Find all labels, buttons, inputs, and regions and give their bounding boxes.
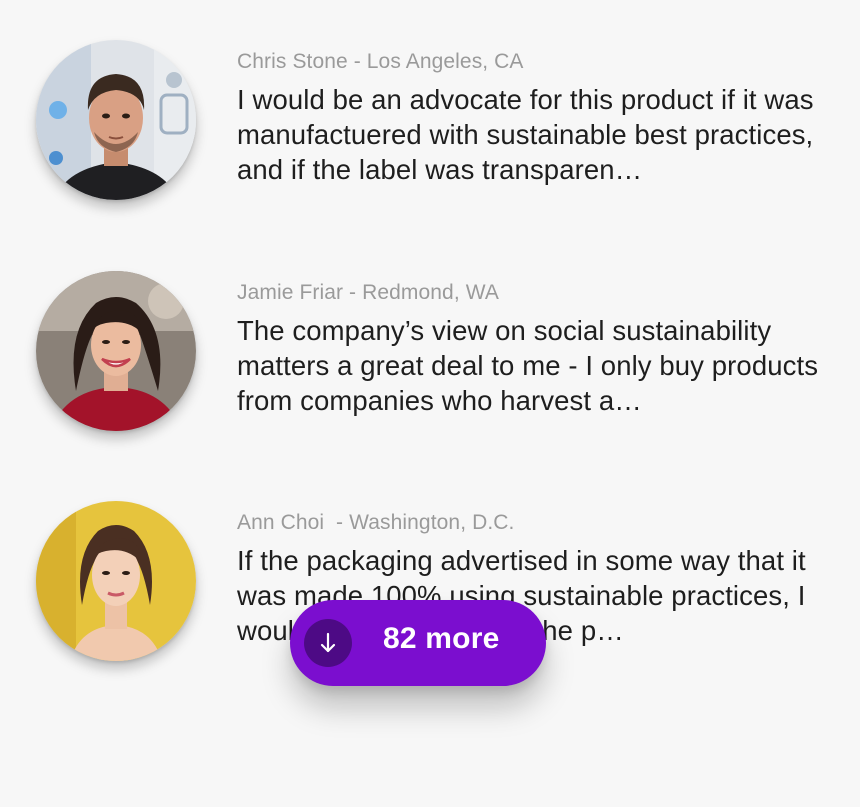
arrow-down-icon bbox=[304, 619, 352, 667]
review-author: Chris Stone - Los Angeles, CA bbox=[237, 50, 524, 73]
woman-portrait-icon bbox=[36, 501, 196, 661]
review-item: Chris Stone - Los Angeles, CA I would be… bbox=[0, 40, 860, 240]
show-more-label: 82 more bbox=[383, 622, 500, 655]
review-author: Jamie Friar - Redmond, WA bbox=[237, 281, 499, 304]
avatar bbox=[36, 271, 196, 431]
review-item: Jamie Friar - Redmond, WA The company’s … bbox=[0, 271, 860, 471]
avatar bbox=[36, 40, 196, 200]
woman-portrait-icon bbox=[36, 271, 196, 431]
man-portrait-icon bbox=[36, 40, 196, 200]
review-author: Ann Choi - Washington, D.C. bbox=[237, 511, 515, 534]
show-more-button[interactable]: 82 more bbox=[290, 600, 546, 686]
review-quote: The company’s view on social sustainabil… bbox=[237, 315, 819, 416]
review-quote: I would be an advocate for this product … bbox=[237, 84, 814, 185]
avatar bbox=[36, 501, 196, 661]
